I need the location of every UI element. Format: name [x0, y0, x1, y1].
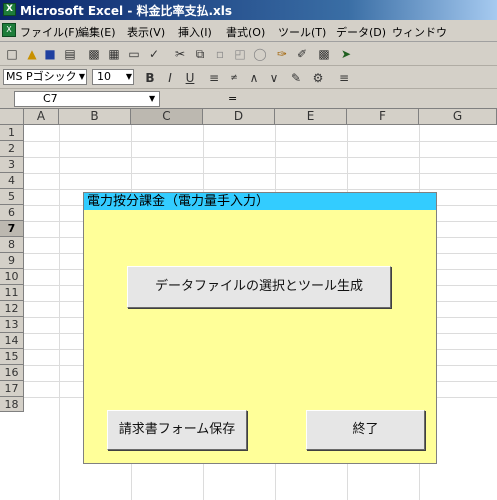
underline-button[interactable]: U — [182, 70, 198, 86]
row-header-7[interactable]: 7 — [0, 221, 24, 237]
row-header-15[interactable]: 15 — [0, 349, 24, 365]
grid-line — [24, 173, 497, 174]
row-header-17[interactable]: 17 — [0, 381, 24, 397]
row-header-12[interactable]: 12 — [0, 301, 24, 317]
superscript-icon[interactable]: ∧ — [246, 70, 262, 86]
column-header-e[interactable]: E — [275, 109, 347, 125]
drawing-icon[interactable]: ✐ — [294, 46, 310, 62]
row-header-2[interactable]: 2 — [0, 141, 24, 157]
open-icon[interactable]: ▲ — [24, 46, 40, 62]
row-header-5[interactable]: 5 — [0, 189, 24, 205]
save-invoice-form-button[interactable]: 請求書フォーム保存 — [107, 410, 247, 450]
name-box[interactable]: C7 ▼ — [14, 91, 160, 107]
grid-line — [24, 157, 497, 158]
billing-form-panel: 電力按分課金（電力量手入力） データファイルの選択とツール生成 請求書フォーム保… — [83, 192, 437, 464]
row-header-18[interactable]: 18 — [0, 397, 24, 412]
spellcheck-icon[interactable]: ✓ — [146, 46, 162, 62]
link-icon[interactable]: ➤ — [338, 46, 354, 62]
grid-line — [24, 141, 497, 142]
row-header-13[interactable]: 13 — [0, 317, 24, 333]
copy-icon[interactable]: ⧉ — [192, 46, 208, 62]
font-size-value: 10 — [97, 70, 111, 83]
italic-button[interactable]: I — [162, 70, 178, 86]
chevron-down-icon[interactable]: ▼ — [79, 70, 85, 84]
formula-equals[interactable]: = — [228, 92, 237, 105]
print-preview-icon[interactable]: ▤ — [62, 46, 78, 62]
redo-icon[interactable]: ◯ — [252, 46, 268, 62]
column-header-c[interactable]: C — [131, 109, 203, 125]
column-header-g[interactable]: G — [419, 109, 497, 125]
menu-view[interactable]: 表示(V) — [127, 24, 165, 40]
row-header-11[interactable]: 11 — [0, 285, 24, 301]
excel-app-icon[interactable]: X — [3, 3, 16, 16]
row-header-4[interactable]: 4 — [0, 173, 24, 189]
chevron-down-icon[interactable]: ▼ — [149, 92, 155, 106]
menu-tools[interactable]: ツール(T) — [278, 24, 326, 40]
menu-file[interactable]: ファイル(F) — [20, 24, 79, 40]
format-icon[interactable]: ⚙ — [310, 70, 326, 86]
select-data-file-button[interactable]: データファイルの選択とツール生成 — [127, 266, 391, 308]
font-name-value: MS Pゴシック — [6, 70, 77, 83]
phonetic-icon[interactable]: ✎ — [288, 70, 304, 86]
format-painter-icon[interactable]: ✑ — [274, 46, 290, 62]
new-icon[interactable]: □ — [4, 46, 20, 62]
menu-format[interactable]: 書式(O) — [226, 24, 265, 40]
form-title: 電力按分課金（電力量手入力） — [84, 193, 436, 210]
select-all-corner[interactable] — [0, 109, 24, 125]
row-header-9[interactable]: 9 — [0, 253, 24, 269]
menu-insert[interactable]: 挿入(I) — [178, 24, 212, 40]
column-header-f[interactable]: F — [347, 109, 419, 125]
paste-special-icon[interactable]: ▭ — [126, 46, 142, 62]
chevron-down-icon[interactable]: ▼ — [126, 70, 132, 84]
paste-icon[interactable]: ▫ — [212, 46, 228, 62]
formatting-toolbar: MS Pゴシック ▼ 10 ▼ B I U ≡ ≠ ∧ ∨ ✎ ⚙ ≡ — [0, 66, 497, 89]
undo-icon[interactable]: ◰ — [232, 46, 248, 62]
cell-reference: C7 — [43, 92, 58, 105]
standard-toolbar: □ ▲ ■ ▤ ▩ ▦ ▭ ✓ ✂ ⧉ ▫ ◰ ◯ ✑ ✐ ▩ ➤ — [0, 42, 497, 66]
font-size-select[interactable]: 10 ▼ — [92, 69, 134, 85]
font-name-select[interactable]: MS Pゴシック ▼ — [3, 69, 87, 85]
row-header-1[interactable]: 1 — [0, 125, 24, 141]
row-header-3[interactable]: 3 — [0, 157, 24, 173]
cut-icon[interactable]: ✂ — [172, 46, 188, 62]
row-header-8[interactable]: 8 — [0, 237, 24, 253]
menu-window[interactable]: ウィンドウ — [392, 24, 447, 40]
bold-button[interactable]: B — [142, 70, 158, 86]
subscript-icon[interactable]: ∨ — [266, 70, 282, 86]
close-button[interactable]: 終了 — [306, 410, 425, 450]
menu-data[interactable]: データ(D) — [336, 24, 386, 40]
window-title-bar: X Microsoft Excel - 料金比率支払.xls — [0, 0, 497, 20]
chart-icon[interactable]: ▩ — [316, 46, 332, 62]
column-header-d[interactable]: D — [203, 109, 275, 125]
formula-bar: C7 ▼ = — [0, 89, 497, 109]
row-header-16[interactable]: 16 — [0, 365, 24, 381]
print-icon[interactable]: ▩ — [86, 46, 102, 62]
preview-icon[interactable]: ▦ — [106, 46, 122, 62]
strikethrough-icon[interactable]: ≠ — [226, 70, 242, 86]
column-header-a[interactable]: A — [24, 109, 59, 125]
column-header-b[interactable]: B — [59, 109, 131, 125]
save-icon[interactable]: ■ — [42, 46, 58, 62]
double-underline-icon[interactable]: ≡ — [206, 70, 222, 86]
row-header-6[interactable]: 6 — [0, 205, 24, 221]
row-header-10[interactable]: 10 — [0, 269, 24, 285]
window-title: Microsoft Excel - 料金比率支払.xls — [20, 4, 233, 18]
grid-line — [59, 125, 60, 500]
menu-edit[interactable]: 編集(E) — [78, 24, 116, 40]
align-left-icon[interactable]: ≡ — [336, 70, 352, 86]
menu-bar: X ファイル(F) 編集(E) 表示(V) 挿入(I) 書式(O) ツール(T)… — [0, 20, 497, 42]
grid-line — [24, 189, 497, 190]
workbook-icon[interactable]: X — [2, 23, 16, 37]
row-header-14[interactable]: 14 — [0, 333, 24, 349]
